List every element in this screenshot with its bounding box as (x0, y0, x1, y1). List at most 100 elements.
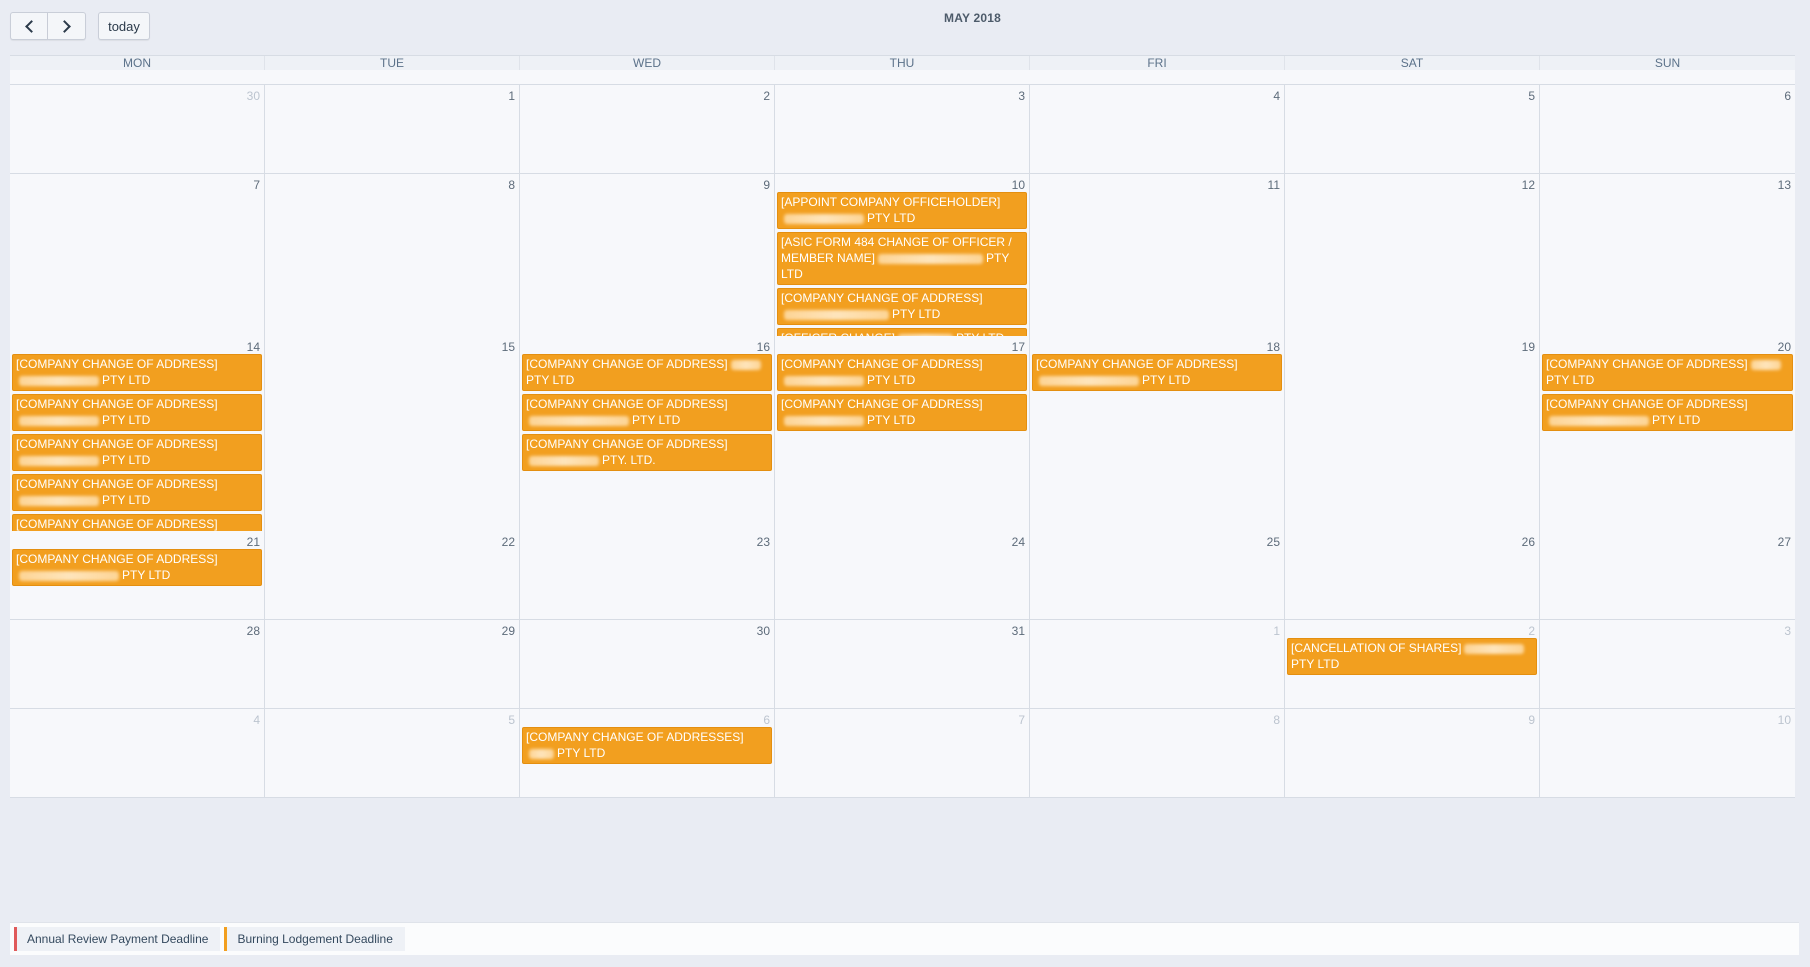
day-number[interactable]: 3 (1542, 622, 1793, 638)
day-number[interactable]: 10 (1542, 711, 1793, 727)
day-number[interactable]: 2 (1287, 622, 1537, 638)
calendar-event[interactable]: [COMPANY CHANGE OF ADDRESS] PTY LTD (1542, 394, 1793, 431)
day-number[interactable]: 15 (267, 338, 517, 354)
day-cell[interactable]: 22 (265, 531, 520, 619)
day-cell[interactable]: 11 (1030, 174, 1285, 352)
day-number[interactable]: 8 (1032, 711, 1282, 727)
legend-item[interactable]: Burning Lodgement Deadline (224, 927, 405, 951)
day-cell[interactable]: 29 (265, 620, 520, 708)
day-cell[interactable]: 13 (1540, 174, 1795, 352)
day-cell[interactable]: 4 (1030, 85, 1285, 173)
day-number[interactable]: 24 (777, 533, 1027, 549)
day-number[interactable]: 23 (522, 533, 772, 549)
day-cell[interactable]: 15 (265, 336, 520, 554)
day-number[interactable]: 1 (267, 87, 517, 103)
day-number[interactable]: 6 (522, 711, 772, 727)
day-number[interactable]: 14 (12, 338, 262, 354)
calendar-event[interactable]: [COMPANY CHANGE OF ADDRESS] PTY LTD (1542, 354, 1793, 391)
day-number[interactable]: 27 (1542, 533, 1793, 549)
day-number[interactable]: 11 (1032, 176, 1282, 192)
day-number[interactable]: 10 (777, 176, 1027, 192)
day-cell[interactable]: 1 (265, 85, 520, 173)
day-number[interactable]: 18 (1032, 338, 1282, 354)
day-number[interactable]: 4 (1032, 87, 1282, 103)
day-cell[interactable]: 23 (520, 531, 775, 619)
calendar-event[interactable]: [ASIC FORM 484 CHANGE OF OFFICER / MEMBE… (777, 232, 1027, 285)
day-number[interactable]: 5 (1287, 87, 1537, 103)
day-number[interactable]: 28 (12, 622, 262, 638)
day-cell[interactable]: 6 (1540, 85, 1795, 173)
day-cell[interactable]: 21 [COMPANY CHANGE OF ADDRESS] PTY LTD (10, 531, 265, 619)
day-cell[interactable]: 30 (10, 85, 265, 173)
calendar-event[interactable]: [COMPANY CHANGE OF ADDRESS] PTY LTD (777, 288, 1027, 325)
day-cell[interactable]: 3 (1540, 620, 1795, 708)
day-number[interactable]: 1 (1032, 622, 1282, 638)
day-number[interactable]: 30 (522, 622, 772, 638)
day-cell[interactable]: 28 (10, 620, 265, 708)
day-cell[interactable]: 7 (10, 174, 265, 352)
day-cell[interactable]: 2 [CANCELLATION OF SHARES] PTY LTD (1285, 620, 1540, 708)
calendar-event[interactable]: [COMPANY CHANGE OF ADDRESS] PTY LTD (12, 474, 262, 511)
day-cell[interactable]: 27 (1540, 531, 1795, 619)
day-number[interactable]: 7 (12, 176, 262, 192)
day-cell[interactable]: 16 [COMPANY CHANGE OF ADDRESS]PTY LTD [COM… (520, 336, 775, 554)
day-number[interactable]: 8 (267, 176, 517, 192)
day-number[interactable]: 12 (1287, 176, 1537, 192)
calendar-event[interactable]: [APPOINT COMPANY OFFICEHOLDER] PTY LTD (777, 192, 1027, 229)
day-number[interactable]: 31 (777, 622, 1027, 638)
day-cell[interactable]: 1 (1030, 620, 1285, 708)
day-cell[interactable]: 19 (1285, 336, 1540, 554)
day-cell[interactable]: 2 (520, 85, 775, 173)
day-number[interactable]: 29 (267, 622, 517, 638)
day-cell[interactable]: 5 (265, 709, 520, 797)
calendar-event[interactable]: [COMPANY CHANGE OF ADDRESSES] PTY LTD (522, 727, 772, 764)
day-number[interactable]: 21 (12, 533, 262, 549)
day-number[interactable]: 19 (1287, 338, 1537, 354)
day-cell[interactable]: 8 (265, 174, 520, 352)
legend-item[interactable]: Annual Review Payment Deadline (14, 927, 221, 951)
day-number[interactable]: 25 (1032, 533, 1282, 549)
calendar-event[interactable]: [COMPANY CHANGE OF ADDRESS] PTY LTD (12, 434, 262, 471)
calendar-event[interactable]: [COMPANY CHANGE OF ADDRESS] PTY LTD (1032, 354, 1282, 391)
calendar-event[interactable]: [CANCELLATION OF SHARES] PTY LTD (1287, 638, 1537, 675)
day-cell[interactable]: 31 (775, 620, 1030, 708)
calendar-event[interactable]: [COMPANY CHANGE OF ADDRESS] PTY LTD (777, 394, 1027, 431)
calendar-event[interactable]: [COMPANY CHANGE OF ADDRESS] PTY. LTD. (522, 434, 772, 471)
day-cell[interactable]: 9 (520, 174, 775, 352)
calendar-event[interactable]: [COMPANY CHANGE OF ADDRESS] PTY LTD (12, 394, 262, 431)
day-number[interactable]: 13 (1542, 176, 1793, 192)
calendar-event[interactable]: [COMPANY CHANGE OF ADDRESS] PTY LTD (522, 354, 772, 391)
calendar-event[interactable]: [COMPANY CHANGE OF ADDRESS] PTY LTD (12, 354, 262, 391)
day-cell[interactable]: 14 [COMPANY CHANGE OF ADDRESS]PTY LTD [COM… (10, 336, 265, 554)
day-cell[interactable]: 26 (1285, 531, 1540, 619)
day-number[interactable]: 7 (777, 711, 1027, 727)
day-number[interactable]: 9 (1287, 711, 1537, 727)
day-number[interactable]: 4 (12, 711, 262, 727)
day-number[interactable]: 30 (12, 87, 262, 103)
calendar-event[interactable]: [COMPANY CHANGE OF ADDRESS] PTY LTD (12, 549, 262, 586)
day-cell[interactable]: 8 (1030, 709, 1285, 797)
day-number[interactable]: 6 (1542, 87, 1793, 103)
day-cell[interactable]: 3 (775, 85, 1030, 173)
day-cell[interactable]: 7 (775, 709, 1030, 797)
day-number[interactable]: 26 (1287, 533, 1537, 549)
day-cell[interactable]: 17 [COMPANY CHANGE OF ADDRESS]PTY LTD [COM… (775, 336, 1030, 554)
day-cell[interactable]: 10 [APPOINT COMPANY OFFICEHOLDER]PTY LTD[… (775, 174, 1030, 352)
calendar-event[interactable]: [COMPANY CHANGE OF ADDRESS] PTY LTD (777, 354, 1027, 391)
day-number[interactable]: 3 (777, 87, 1027, 103)
day-cell[interactable]: 18 [COMPANY CHANGE OF ADDRESS] PTY LTD (1030, 336, 1285, 554)
day-cell[interactable]: 10 (1540, 709, 1795, 797)
day-cell[interactable]: 9 (1285, 709, 1540, 797)
day-number[interactable]: 2 (522, 87, 772, 103)
day-cell[interactable]: 30 (520, 620, 775, 708)
day-number[interactable]: 9 (522, 176, 772, 192)
day-number[interactable]: 20 (1542, 338, 1793, 354)
day-number[interactable]: 5 (267, 711, 517, 727)
calendar-event[interactable]: [COMPANY CHANGE OF ADDRESS] PTY LTD (522, 394, 772, 431)
day-cell[interactable]: 25 (1030, 531, 1285, 619)
day-cell[interactable]: 24 (775, 531, 1030, 619)
day-cell[interactable]: 12 (1285, 174, 1540, 352)
day-number[interactable]: 22 (267, 533, 517, 549)
day-cell[interactable]: 20 [COMPANY CHANGE OF ADDRESS]PTY LTD [COM… (1540, 336, 1795, 554)
day-number[interactable]: 17 (777, 338, 1027, 354)
